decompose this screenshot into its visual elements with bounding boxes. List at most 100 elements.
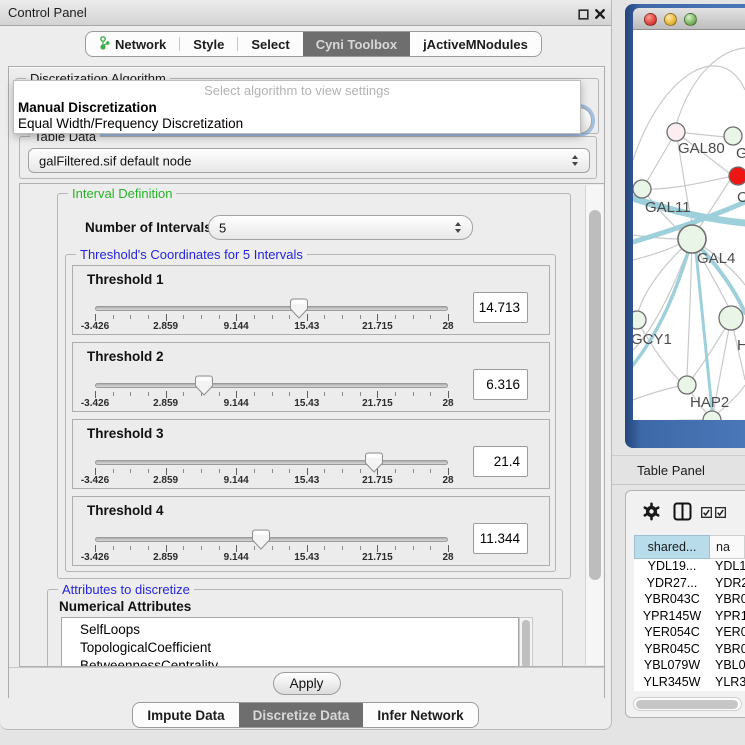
slider-thumb[interactable] [195,375,214,396]
gear-icon[interactable] [642,502,661,526]
algorithm-option[interactable]: Equal Width/Frequency Discretization [16,116,578,132]
tick-mark [377,545,378,552]
threshold-value-field[interactable]: 6.316 [473,369,528,400]
tab-jactivemnodules[interactable]: jActiveMNodules [410,32,541,56]
attribute-item[interactable]: TopologicalCoefficient [62,639,518,657]
tick-label: 2.859 [153,398,178,409]
table-data-combobox[interactable]: galFiltered.sif default node [28,148,590,173]
network-node[interactable] [719,306,743,330]
tab-discretize-data[interactable]: Discretize Data [239,703,364,727]
table-cell: YDR27... [634,576,710,593]
tick-mark [95,468,96,475]
table-row[interactable]: YDL19...YDL1 [634,559,745,576]
tick-mark [166,314,167,321]
attributes-list-scrollbar[interactable] [519,617,533,667]
tick-mark [307,391,308,398]
columns-icon[interactable] [673,502,692,526]
float-icon[interactable] [578,7,589,25]
network-node[interactable] [633,311,646,329]
network-node[interactable] [678,225,706,253]
network-canvas[interactable]: GAL80GAGAL11CGAL4GCY1HHAP2 [633,30,745,420]
attribute-item[interactable]: BetweennessCentrality [62,657,518,667]
close-icon[interactable] [594,7,606,25]
tick-mark [148,392,149,396]
table-row[interactable]: YBL079WYBL0 [634,658,745,675]
network-node[interactable] [729,167,745,185]
table-horizontal-scrollbar[interactable] [633,697,742,711]
table-cell: YBR0 [710,592,745,609]
tick-mark [342,315,343,319]
attributes-scrollbar-thumb[interactable] [522,620,530,667]
network-node[interactable] [678,376,696,394]
table-scrollbar-thumb[interactable] [636,700,738,709]
tick-mark [236,314,237,321]
network-node-label: GAL11 [645,199,691,216]
table-cell: YPR1 [710,609,745,626]
slider-thumb[interactable] [364,452,383,473]
table-column-header[interactable]: na [710,535,745,559]
table-row[interactable]: YER054CYER0 [634,625,745,642]
cyni-toolbox-panel: Discretization Algorithm Select algorith… [8,66,605,698]
tab-impute-data[interactable]: Impute Data [133,703,238,727]
tick-mark [272,315,273,319]
tab-infer-network[interactable]: Infer Network [363,703,477,727]
table-cell: YDL1 [710,559,745,576]
table-cell: YBL0 [710,658,745,675]
network-node[interactable] [667,123,685,141]
number-of-intervals-label: Number of Intervals [85,220,212,235]
combobox-arrows-icon [571,155,580,167]
tick-mark [219,469,220,473]
network-node[interactable] [724,127,742,145]
tab-network[interactable]: Network [86,32,179,56]
table-row[interactable]: YLR345WYLR3 [634,675,745,692]
threshold-value-field[interactable]: 21.4 [473,446,528,477]
attributes-group-title: Attributes to discretize [58,582,194,597]
tick-label: -3.426 [81,321,109,332]
tick-label: -3.426 [81,552,109,563]
bottom-tab-bar: Impute DataDiscretize DataInfer Network [0,702,611,728]
thresholds-group-title: Threshold's Coordinates for 5 Intervals [76,247,307,262]
close-traffic-light[interactable] [644,13,657,26]
numerical-attributes-list[interactable]: SelfLoopsTopologicalCoefficientBetweenne… [61,617,519,667]
tick-mark [183,469,184,473]
tab-style[interactable]: Style [180,32,237,56]
settings-scrollbar-thumb[interactable] [589,210,601,580]
network-node-label: GCY1 [633,331,672,348]
network-node[interactable] [633,180,651,198]
numerical-attributes-label: Numerical Attributes [59,599,191,614]
tick-label: 21.715 [362,321,393,332]
threshold-value-field[interactable]: 14.713 [473,292,528,323]
node-table-body: YDL19...YDL1YDR27...YDR2YBR043CYBR0YPR14… [634,559,745,691]
tick-mark [448,468,449,475]
tick-mark [448,391,449,398]
table-row[interactable]: YDR27...YDR2 [634,576,745,593]
threshold-value-field[interactable]: 11.344 [473,523,528,554]
zoom-traffic-light[interactable] [684,13,697,26]
table-row[interactable]: YBR043CYBR0 [634,592,745,609]
slider-thumb[interactable] [251,529,270,550]
number-of-intervals-spinner[interactable]: 5 [208,215,473,240]
attribute-item[interactable]: SelfLoops [62,621,518,639]
tick-mark [113,546,114,550]
apply-button[interactable]: Apply [273,672,341,695]
table-row[interactable]: YBR045CYBR0 [634,642,745,659]
tab-label: Select [251,37,289,52]
slider-track [95,460,448,465]
algorithm-option[interactable]: Manual Discretization [16,100,578,116]
checkbox-icon[interactable] [701,505,712,523]
tick-mark [272,469,273,473]
threshold-panel: Threshold 2-3.4262.8599.14415.4321.71528… [72,342,550,412]
minimize-traffic-light[interactable] [664,13,677,26]
settings-vertical-scrollbar[interactable] [585,185,603,665]
checkbox-icon[interactable] [715,505,726,523]
tab-select[interactable]: Select [238,32,302,56]
tick-mark [448,545,449,552]
desktop: Control Panel NetworkStyleSelectCyni Too… [0,0,745,745]
tick-mark [166,545,167,552]
tick-mark [413,469,414,473]
table-column-header[interactable]: shared... [634,535,710,559]
slider-thumb[interactable] [289,298,308,319]
tick-label: 28 [442,398,453,409]
tab-cyni-toolbox[interactable]: Cyni Toolbox [303,32,410,56]
table-row[interactable]: YPR145WYPR1 [634,609,745,626]
